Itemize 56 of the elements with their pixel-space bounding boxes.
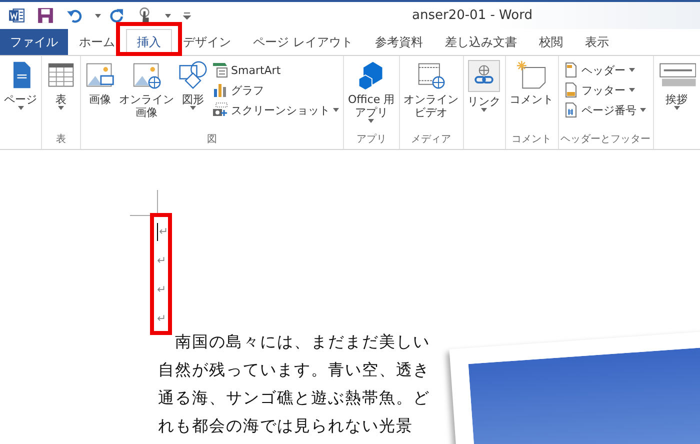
- body-text-line: 南国の島々には、まだまだ美しい: [174, 331, 430, 353]
- body-text-line: 通る海、サンゴ礁と遊ぶ熱帯魚。ど: [158, 387, 430, 409]
- header-icon: [562, 62, 579, 78]
- link-icon: [468, 60, 500, 92]
- paragraph-mark: ↵: [157, 312, 166, 325]
- footer-icon: [562, 82, 579, 98]
- ribbon-button[interactable]: ページ: [2, 58, 39, 112]
- page-number-icon: [562, 102, 579, 118]
- ribbon-button[interactable]: ヘッダー: [560, 62, 648, 78]
- ribbon-button[interactable]: オンライン ビデオ: [402, 58, 461, 121]
- paragraph-mark: ↵: [157, 283, 166, 296]
- ribbon-tab[interactable]: 表示: [574, 29, 620, 55]
- ribbon-button[interactable]: ページ番号: [560, 102, 648, 118]
- undo-icon[interactable]: [66, 7, 83, 24]
- paragraph-mark: ↵: [157, 254, 166, 267]
- ribbon-button[interactable]: リンク: [466, 58, 503, 114]
- ribbon-tab[interactable]: 校閲: [528, 29, 574, 55]
- group-label: コメント: [510, 133, 553, 147]
- ribbon-button[interactable]: SmartArt: [210, 62, 341, 78]
- group-label: ヘッダーとフッター: [560, 133, 651, 147]
- group-label: 表: [55, 132, 67, 147]
- redo-icon[interactable]: [107, 7, 124, 24]
- paragraph-mark: ↵: [159, 225, 168, 238]
- smartart-icon: [212, 62, 228, 78]
- file-tab[interactable]: ファイル: [0, 29, 68, 55]
- ribbon-button[interactable]: 画像: [83, 58, 117, 108]
- ribbon-button[interactable]: 図形: [176, 58, 210, 112]
- save-icon[interactable]: [37, 7, 54, 24]
- group-label: メディア: [410, 133, 452, 147]
- ribbon-tab[interactable]: ページ レイアウト: [242, 29, 364, 55]
- ribbon-tab[interactable]: 参考資料: [364, 29, 434, 55]
- camera-icon: [212, 102, 228, 118]
- ribbon-button[interactable]: フッター: [560, 82, 648, 98]
- window-title: anser20-01 - Word: [412, 8, 532, 23]
- customize-icon[interactable]: [183, 12, 191, 20]
- ribbon-button[interactable]: コメント: [508, 58, 556, 108]
- highlight-frame: [116, 22, 182, 56]
- ribbon-button[interactable]: オンライン 画像: [117, 58, 176, 121]
- ribbon-tab[interactable]: デザイン: [172, 29, 242, 55]
- group-label: 図: [206, 133, 218, 147]
- bar-chart-icon: [212, 82, 228, 98]
- word-icon[interactable]: [8, 7, 25, 24]
- ribbon-tab[interactable]: 差し込み文書: [434, 29, 528, 55]
- ribbon-button[interactable]: 挨拶: [656, 58, 698, 112]
- ribbon-button[interactable]: 表: [44, 58, 78, 112]
- group-label: アプリ: [355, 132, 388, 147]
- ribbon-button[interactable]: スクリーンショット: [210, 102, 341, 118]
- body-text-line: れも都会の海では見られない光景: [158, 415, 414, 437]
- caret-icon: [95, 14, 101, 18]
- ribbon-button[interactable]: Office 用 アプリ: [346, 58, 397, 125]
- comment-icon: [516, 60, 547, 90]
- ribbon-button[interactable]: グラフ: [210, 82, 341, 98]
- shapes-icon: [178, 60, 208, 90]
- body-text-line: 自然が残っています。青い空、透き: [158, 359, 430, 381]
- ribbon-tab[interactable]: ホーム: [68, 29, 126, 55]
- caret-icon: [165, 14, 171, 18]
